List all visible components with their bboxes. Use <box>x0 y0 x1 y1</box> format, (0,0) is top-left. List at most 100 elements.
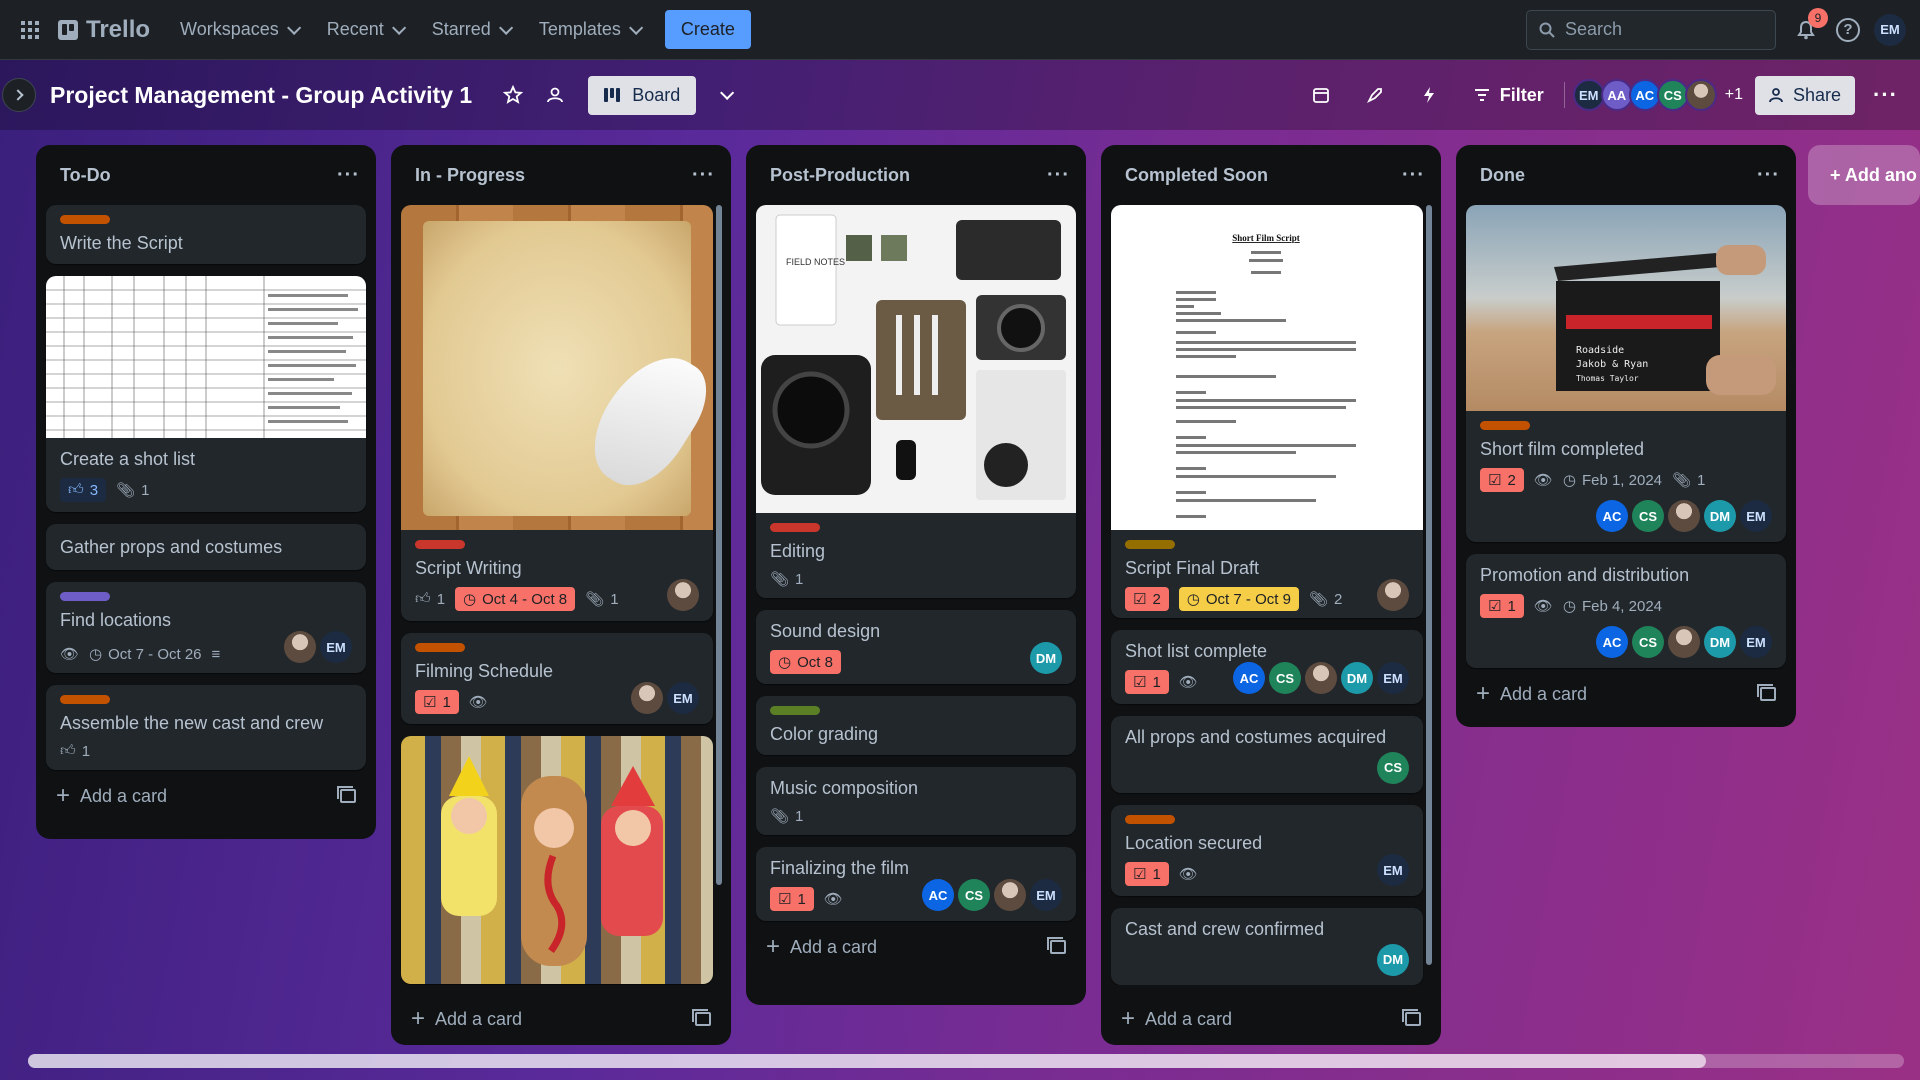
card[interactable]: Filming Schedule ☑︎ 1 👁︎ EM <box>401 633 713 724</box>
card-template-icon[interactable] <box>1047 937 1066 954</box>
scrollbar-thumb[interactable] <box>28 1054 1706 1068</box>
card[interactable]: Location secured ☑︎ 1 👁︎ EM <box>1111 805 1423 896</box>
member-avatar[interactable]: AC <box>922 879 954 911</box>
member-avatar[interactable]: CS <box>1269 662 1301 695</box>
member-avatar[interactable]: EM <box>1377 662 1409 695</box>
chevron-down-icon[interactable] <box>708 78 742 112</box>
board-menu-dots-icon[interactable]: ··· <box>1867 82 1904 108</box>
member-avatar-photo[interactable] <box>284 631 316 663</box>
member-avatar-photo[interactable] <box>631 682 663 714</box>
member-avatar[interactable]: DM <box>1341 662 1373 695</box>
card[interactable]: Short Film Script Script Final Draft ☑︎ … <box>1111 205 1423 619</box>
member-avatar[interactable]: AC <box>1628 79 1661 111</box>
card-template-icon[interactable] <box>337 786 356 803</box>
add-card-button[interactable]: + Add a card <box>746 921 1086 973</box>
add-list-button[interactable]: + Add ano <box>1808 145 1920 205</box>
add-card-button[interactable]: + Add a card <box>391 993 731 1045</box>
member-avatar-photo[interactable] <box>1668 500 1700 532</box>
card[interactable]: Create a shot list 👍︎ 3 📎︎ 1 <box>46 276 366 512</box>
card[interactable]: Shot list complete ☑︎ 1 👁︎ AC CS DM EM <box>1111 630 1423 704</box>
card-template-icon[interactable] <box>1402 1009 1421 1026</box>
member-avatar-photo[interactable] <box>667 579 699 611</box>
more-members-count[interactable]: +1 <box>1725 86 1743 104</box>
list-menu-dots-icon[interactable]: ··· <box>1402 164 1425 187</box>
card[interactable]: Sound design ◷ Oct 8 DM <box>756 610 1076 684</box>
notifications-button[interactable]: 9 <box>1790 7 1828 46</box>
list-scrollbar[interactable] <box>1426 205 1432 965</box>
member-avatar[interactable]: EM <box>1377 854 1409 887</box>
card[interactable]: Cast and crew confirmed DM <box>1111 907 1423 985</box>
list-title[interactable]: Done <box>1480 165 1525 186</box>
list-menu-dots-icon[interactable]: ··· <box>1047 164 1070 187</box>
calendar-icon[interactable] <box>1304 78 1338 112</box>
member-avatar[interactable]: DM <box>1030 642 1062 674</box>
rocket-icon[interactable] <box>1358 78 1392 112</box>
member-avatar[interactable]: DM <box>1704 626 1736 658</box>
board-horizontal-scrollbar[interactable] <box>28 1054 1904 1068</box>
card[interactable]: All props and costumes acquired CS <box>1111 715 1423 794</box>
share-button[interactable]: Share <box>1754 75 1856 115</box>
member-avatar[interactable]: EM <box>1740 500 1772 532</box>
member-avatar[interactable]: EM <box>1030 879 1062 911</box>
member-avatar[interactable]: EM <box>667 682 699 714</box>
list-menu-dots-icon[interactable]: ··· <box>337 164 360 187</box>
member-avatar[interactable]: CS <box>958 879 990 911</box>
member-avatar[interactable]: AC <box>1596 626 1628 658</box>
member-avatar[interactable]: DM <box>1377 943 1409 976</box>
card[interactable]: Assemble the new cast and crew 👍︎ 1 <box>46 685 366 770</box>
card[interactable]: Roadside Jakob & Ryan Thomas Taylor Shor… <box>1466 205 1786 542</box>
member-avatar-photo[interactable] <box>1305 662 1337 695</box>
member-avatar[interactable]: CS <box>1656 79 1689 111</box>
card[interactable]: Color grading <box>756 696 1076 755</box>
board-members[interactable]: EM AA AC CS +1 <box>1572 79 1743 111</box>
create-button[interactable]: Create <box>664 10 751 49</box>
card[interactable]: FIELD NOTES Editing 📎︎ 1 <box>756 205 1076 598</box>
member-avatar[interactable]: EM <box>320 631 352 663</box>
automation-bolt-icon[interactable] <box>1412 78 1446 112</box>
list-scrollbar[interactable] <box>716 205 722 885</box>
member-avatar[interactable]: DM <box>1704 500 1736 532</box>
card[interactable]: Gather props and costumes <box>46 524 366 570</box>
card[interactable]: Finalizing the film ☑︎ 1 👁︎ AC CS EM <box>756 847 1076 921</box>
list-menu-dots-icon[interactable]: ··· <box>692 164 715 187</box>
add-card-button[interactable]: + Add a card <box>1456 668 1796 720</box>
member-avatar[interactable]: AA <box>1600 79 1633 111</box>
board-view-button[interactable]: Board <box>588 75 697 115</box>
member-avatar-photo[interactable] <box>994 879 1026 911</box>
card[interactable]: Write the Script <box>46 205 366 264</box>
app-switcher-icon[interactable] <box>14 14 46 46</box>
workspaces-menu[interactable]: Workspaces <box>168 11 309 48</box>
card-template-icon[interactable] <box>1757 684 1776 701</box>
member-avatar[interactable]: EM <box>1740 626 1772 658</box>
star-icon[interactable] <box>496 78 530 112</box>
member-avatar[interactable]: CS <box>1377 751 1409 784</box>
add-card-button[interactable]: + Add a card <box>1101 993 1441 1045</box>
trello-logo[interactable]: Trello <box>58 16 150 44</box>
member-avatar[interactable]: AC <box>1596 500 1628 532</box>
member-avatar-photo[interactable] <box>1668 626 1700 658</box>
add-card-button[interactable]: + Add a card <box>36 770 376 822</box>
card[interactable] <box>401 736 713 984</box>
card[interactable]: Music composition 📎︎ 1 <box>756 767 1076 835</box>
filter-button[interactable]: Filter <box>1466 85 1552 106</box>
sidebar-expand-button[interactable] <box>2 78 36 112</box>
templates-menu[interactable]: Templates <box>527 11 651 48</box>
account-avatar[interactable]: EM <box>1874 13 1906 46</box>
card[interactable]: Script Writing 👍︎ 1 ◷ Oct 4 - Oct 8 📎︎ 1 <box>401 205 713 621</box>
card[interactable]: Find locations 👁︎ ◷ Oct 7 - Oct 26 ≡ EM <box>46 582 366 673</box>
member-avatar-photo[interactable] <box>1684 79 1717 111</box>
search-input[interactable]: Search <box>1526 9 1776 50</box>
member-avatar[interactable]: CS <box>1632 500 1664 532</box>
board-title[interactable]: Project Management - Group Activity 1 <box>50 82 472 109</box>
list-title[interactable]: To-Do <box>60 165 111 186</box>
member-avatar-photo[interactable] <box>1377 579 1409 611</box>
card[interactable]: Promotion and distribution ☑︎ 1 👁︎ ◷ Feb 4… <box>1466 554 1786 668</box>
member-avatar[interactable]: EM <box>1572 79 1605 111</box>
visibility-icon[interactable] <box>538 78 572 112</box>
list-title[interactable]: Completed Soon <box>1125 165 1268 186</box>
member-avatar[interactable]: AC <box>1233 662 1265 695</box>
list-title[interactable]: Post-Production <box>770 165 910 186</box>
recent-menu[interactable]: Recent <box>315 11 414 48</box>
starred-menu[interactable]: Starred <box>420 11 521 48</box>
list-menu-dots-icon[interactable]: ··· <box>1757 164 1780 187</box>
